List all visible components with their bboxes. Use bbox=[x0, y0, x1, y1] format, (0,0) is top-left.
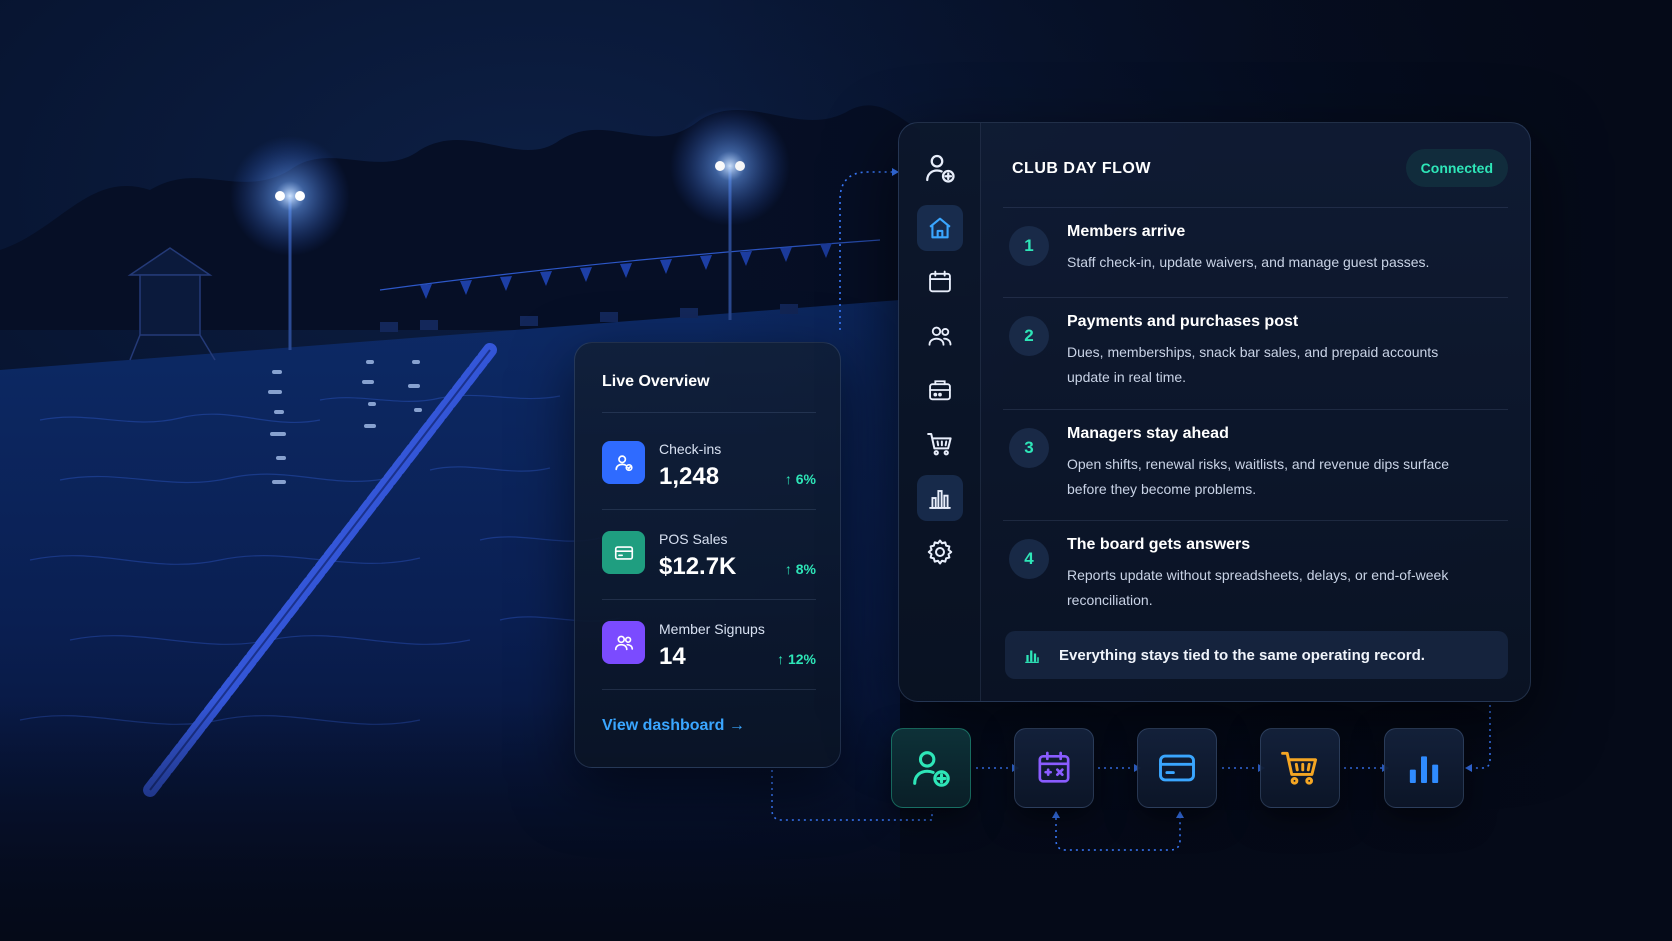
step-title: Payments and purchases post bbox=[1067, 313, 1299, 330]
flow-tile-reports[interactable] bbox=[1384, 728, 1464, 808]
flow-tile-add-member[interactable] bbox=[891, 728, 971, 808]
sidebar-item-store[interactable] bbox=[917, 421, 963, 467]
sidebar-item-add-member[interactable] bbox=[917, 145, 963, 191]
metric-label: POS Sales bbox=[659, 531, 728, 547]
step-number: 1 bbox=[1009, 226, 1049, 266]
metric-pos-sales: POS Sales $12.7K ↑ 8% bbox=[602, 525, 816, 585]
connected-status-badge: Connected bbox=[1405, 149, 1508, 187]
home-icon bbox=[929, 217, 951, 239]
flow-tile-calendar[interactable] bbox=[1014, 728, 1094, 808]
step-title: Managers stay ahead bbox=[1067, 425, 1229, 442]
register-icon bbox=[929, 380, 951, 401]
sidebar bbox=[899, 123, 981, 701]
divider bbox=[1003, 520, 1508, 521]
divider bbox=[602, 689, 816, 690]
flow-tile-store[interactable] bbox=[1260, 728, 1340, 808]
operating-record-banner: Everything stays tied to the same operat… bbox=[1005, 631, 1508, 679]
divider bbox=[602, 509, 816, 510]
sidebar-item-home[interactable] bbox=[917, 205, 963, 251]
divider bbox=[1003, 409, 1508, 410]
flow-tile-payments[interactable] bbox=[1137, 728, 1217, 808]
divider bbox=[1003, 207, 1508, 208]
step-title: Members arrive bbox=[1067, 223, 1186, 240]
users-icon bbox=[602, 621, 645, 664]
metric-label: Member Signups bbox=[659, 621, 765, 637]
calendar-icon bbox=[1038, 751, 1070, 783]
step-number: 2 bbox=[1009, 316, 1049, 356]
metric-value: 14 bbox=[659, 643, 686, 670]
step-description: Reports update without spreadsheets, del… bbox=[1067, 567, 1449, 608]
divider bbox=[602, 412, 816, 413]
cart-icon bbox=[1281, 751, 1318, 785]
user-add-icon bbox=[913, 751, 950, 787]
sidebar-item-register[interactable] bbox=[917, 367, 963, 413]
metric-member-signups: Member Signups 14 ↑ 12% bbox=[602, 615, 816, 675]
bar-chart-icon bbox=[1023, 645, 1043, 665]
step-description: Staff check-in, update waivers, and mana… bbox=[1067, 254, 1430, 270]
user-check-icon bbox=[602, 441, 645, 484]
card-icon bbox=[1159, 754, 1195, 782]
flow-panel-title: CLUB DAY FLOW bbox=[1012, 160, 1151, 177]
user-add-icon bbox=[926, 154, 955, 183]
live-overview-title: Live Overview bbox=[602, 373, 710, 390]
metric-value: $12.7K bbox=[659, 553, 737, 580]
metric-label: Check-ins bbox=[659, 441, 722, 457]
card-icon bbox=[602, 531, 645, 574]
divider bbox=[602, 599, 816, 600]
step-title: The board gets answers bbox=[1067, 536, 1251, 553]
divider bbox=[1003, 297, 1508, 298]
metric-delta: ↑ 8% bbox=[784, 561, 816, 577]
banner-text: Everything stays tied to the same operat… bbox=[1059, 646, 1425, 664]
live-overview-card: Live Overview Check-ins 1,248 ↑ 6% POS S… bbox=[574, 342, 841, 768]
metric-delta: ↑ 12% bbox=[777, 651, 816, 667]
sidebar-item-members[interactable] bbox=[917, 313, 963, 359]
calendar-icon bbox=[929, 270, 951, 293]
sidebar-item-reports[interactable] bbox=[917, 475, 963, 521]
step-description: Open shifts, renewal risks, waitlists, a… bbox=[1067, 456, 1450, 497]
sidebar-item-settings[interactable] bbox=[917, 529, 963, 575]
cart-icon bbox=[927, 433, 952, 456]
users-icon bbox=[928, 326, 952, 346]
step-number: 4 bbox=[1009, 539, 1049, 579]
sidebar-item-calendar[interactable] bbox=[917, 259, 963, 305]
view-dashboard-link[interactable]: View dashboard → bbox=[602, 717, 745, 735]
bar-chart-icon bbox=[1409, 756, 1439, 783]
gear-icon bbox=[927, 539, 953, 565]
metric-delta: ↑ 6% bbox=[784, 471, 816, 487]
step-number: 3 bbox=[1009, 428, 1049, 468]
metric-value: 1,248 bbox=[659, 463, 720, 490]
step-description: Dues, memberships, snack bar sales, and … bbox=[1067, 344, 1439, 385]
metric-check-ins: Check-ins 1,248 ↑ 6% bbox=[602, 435, 816, 495]
club-day-flow-panel: CLUB DAY FLOW Connected 1 Members arrive… bbox=[898, 122, 1531, 702]
bar-chart-icon bbox=[929, 490, 951, 509]
